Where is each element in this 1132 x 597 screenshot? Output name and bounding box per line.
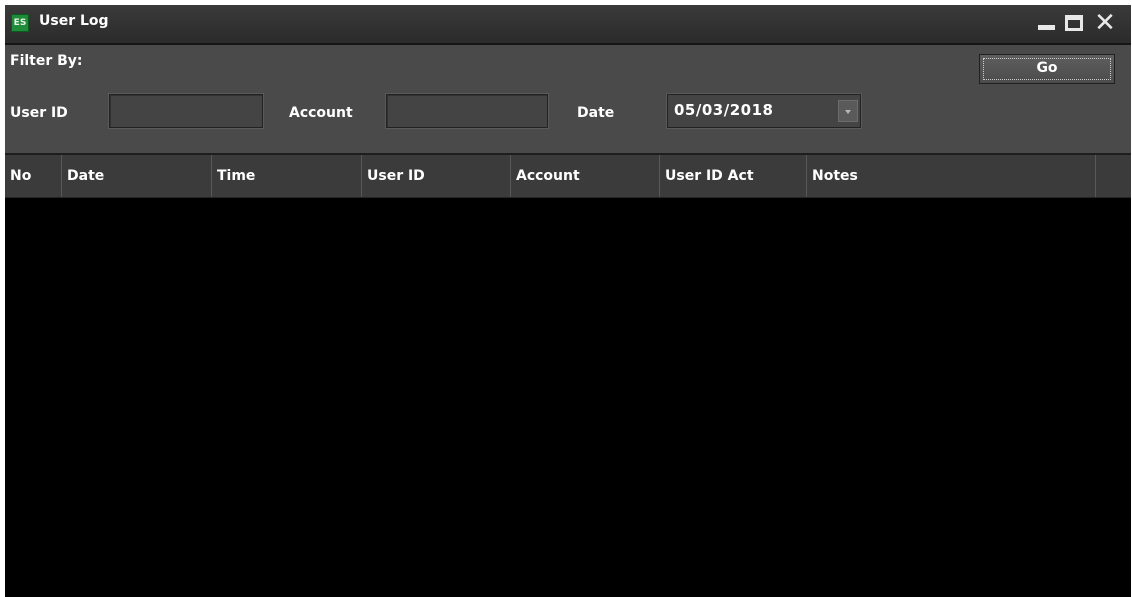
title-bar[interactable]: ES User Log ✕ [5, 5, 1131, 45]
column-header-time[interactable]: Time [212, 155, 362, 197]
user-id-label: User ID [10, 105, 68, 121]
column-header-user-id-act[interactable]: User ID Act [660, 155, 807, 197]
close-icon: ✕ [1094, 8, 1116, 38]
account-label: Account [289, 105, 353, 121]
column-header-account[interactable]: Account [511, 155, 660, 197]
table-header: No Date Time User ID Account User ID Act… [5, 155, 1131, 198]
filter-panel: Filter By: User ID Account Date 05/03/20… [5, 45, 1131, 155]
maximize-button[interactable] [1062, 11, 1088, 35]
minimize-button[interactable] [1034, 11, 1060, 35]
account-input[interactable] [386, 94, 548, 128]
maximize-icon [1065, 15, 1083, 31]
minimize-icon [1038, 25, 1055, 30]
column-header-date[interactable]: Date [62, 155, 212, 197]
column-header-notes[interactable]: Notes [807, 155, 1096, 197]
dropdown-arrow-icon[interactable] [838, 100, 858, 122]
date-picker[interactable]: 05/03/2018 [667, 94, 861, 128]
user-log-window: ES User Log ✕ Filter By: User ID Account… [5, 5, 1131, 597]
column-header-filler [1096, 155, 1131, 197]
window-title: User Log [39, 13, 109, 29]
column-header-no[interactable]: No [5, 155, 62, 197]
user-id-input[interactable] [109, 94, 263, 128]
date-value[interactable]: 05/03/2018 [674, 101, 773, 119]
app-logo-icon: ES [11, 14, 29, 32]
log-grid-body[interactable] [5, 198, 1131, 597]
close-button[interactable]: ✕ [1091, 8, 1119, 38]
date-label: Date [577, 105, 615, 121]
column-header-user-id[interactable]: User ID [362, 155, 511, 197]
go-button[interactable]: Go [979, 54, 1115, 84]
filter-by-heading: Filter By: [10, 53, 83, 69]
